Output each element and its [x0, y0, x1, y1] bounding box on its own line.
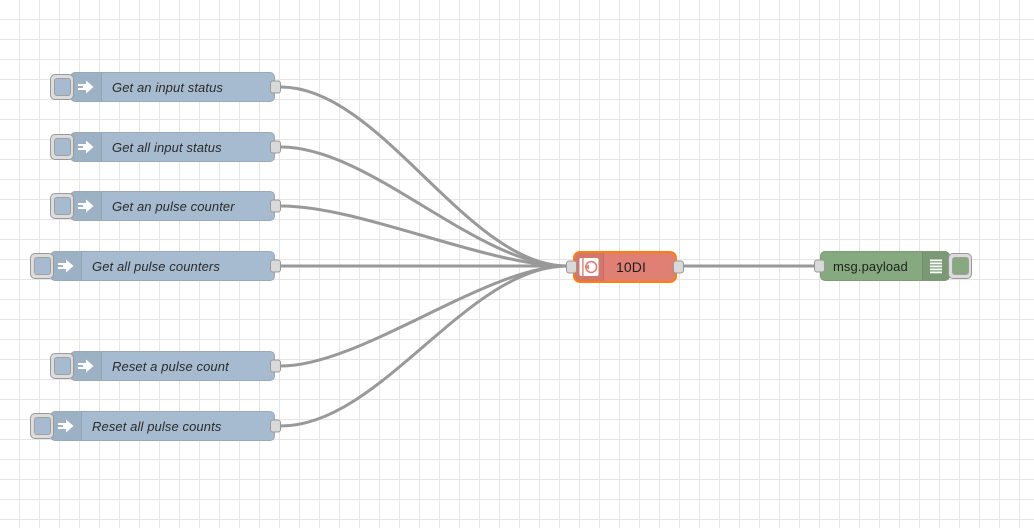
inject-trigger-button-inner — [53, 138, 71, 156]
inject-arrow-icon — [71, 352, 102, 380]
wire-inject-3-to-10di — [279, 204, 569, 268]
debug-node-msg-payload[interactable]: msg.payload — [814, 251, 972, 281]
inject-trigger-button-inner — [53, 197, 71, 215]
inject-trigger-button[interactable] — [50, 193, 74, 219]
inject-trigger-button-inner — [33, 417, 51, 435]
inject-node-label: Reset all pulse counts — [92, 418, 222, 434]
device-node-label: 10DI — [616, 259, 646, 275]
input-port[interactable] — [566, 260, 577, 274]
input-port[interactable] — [814, 259, 825, 273]
modbus-refresh-icon — [575, 253, 604, 281]
output-port[interactable] — [270, 359, 281, 373]
inject-node-get-an-pulse-counter[interactable]: Get an pulse counter — [50, 191, 281, 221]
wire-inject-1-to-10di — [279, 85, 569, 268]
inject-trigger-button-inner — [53, 78, 71, 96]
debug-lines-icon — [922, 252, 949, 280]
inject-node-reset-all-pulse-counts[interactable]: Reset all pulse counts — [30, 411, 281, 441]
inject-node-get-an-input-status[interactable]: Get an input status — [50, 72, 281, 102]
inject-node-label: Reset a pulse count — [112, 358, 229, 374]
inject-node-label: Get an input status — [112, 79, 224, 95]
output-port[interactable] — [270, 419, 281, 433]
wire-inject-5-to-10di — [279, 264, 569, 368]
device-node-10di[interactable]: 10DI — [566, 251, 684, 283]
inject-trigger-button-inner — [53, 357, 71, 375]
output-port[interactable] — [270, 140, 281, 154]
debug-toggle-button[interactable] — [948, 253, 972, 279]
inject-trigger-button[interactable] — [30, 413, 54, 439]
inject-node-get-all-input-status[interactable]: Get all input status — [50, 132, 281, 162]
inject-arrow-icon-glyph — [78, 80, 94, 94]
inject-arrow-icon-glyph — [78, 359, 94, 373]
wire-inject-2-to-10di — [279, 145, 569, 268]
output-port[interactable] — [270, 259, 281, 273]
inject-trigger-button-inner — [33, 257, 51, 275]
debug-lines-icon-glyph — [930, 259, 942, 274]
inject-trigger-button[interactable] — [50, 353, 74, 379]
inject-arrow-icon — [71, 133, 102, 161]
inject-arrow-icon-glyph — [58, 259, 74, 273]
inject-trigger-button[interactable] — [50, 134, 74, 160]
output-port[interactable] — [270, 80, 281, 94]
output-port[interactable] — [673, 260, 684, 274]
debug-node-label: msg.payload — [833, 258, 908, 274]
inject-arrow-icon-glyph — [58, 419, 74, 433]
inject-trigger-button[interactable] — [50, 74, 74, 100]
inject-node-label: Get all pulse counters — [92, 258, 220, 274]
inject-arrow-icon — [71, 192, 102, 220]
inject-arrow-icon — [71, 73, 102, 101]
flow-canvas[interactable]: Get an input status Get all input status — [0, 0, 1034, 528]
output-port[interactable] — [270, 199, 281, 213]
inject-arrow-icon — [51, 252, 82, 280]
inject-arrow-icon-glyph — [78, 140, 94, 154]
wire-inject-6-to-10di — [279, 264, 569, 428]
inject-arrow-icon — [51, 412, 82, 440]
inject-node-reset-a-pulse-count[interactable]: Reset a pulse count — [50, 351, 281, 381]
inject-node-label: Get all input status — [112, 139, 222, 155]
modbus-refresh-icon-glyph — [579, 258, 599, 276]
debug-toggle-button-inner — [951, 257, 969, 275]
inject-node-label: Get an pulse counter — [112, 198, 235, 214]
inject-trigger-button[interactable] — [30, 253, 54, 279]
inject-node-get-all-pulse-counters[interactable]: Get all pulse counters — [30, 251, 281, 281]
inject-arrow-icon-glyph — [78, 199, 94, 213]
